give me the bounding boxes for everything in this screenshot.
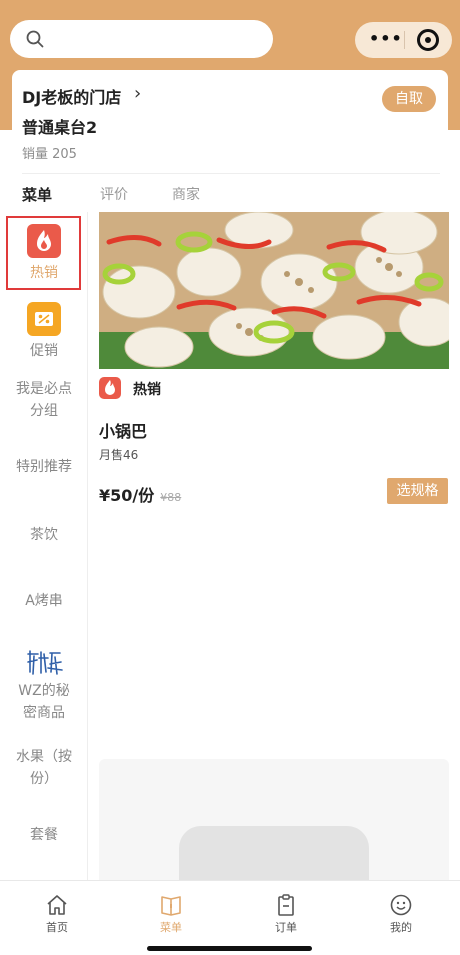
store-name[interactable]: DJ老板的门店 bbox=[22, 84, 121, 108]
store-card: DJ老板的门店 › 自取 普通桌台2 销量 205 bbox=[12, 70, 448, 175]
fire-icon bbox=[27, 224, 61, 258]
sidebar-item-label: 我是必点分组 bbox=[16, 381, 72, 419]
calligraphy-logo bbox=[27, 650, 63, 675]
tab-merchant[interactable]: 商家 bbox=[172, 184, 200, 204]
sidebar-item-promo[interactable]: 促销 bbox=[0, 302, 88, 362]
sidebar-item-fruit[interactable]: 水果（按份） bbox=[0, 746, 88, 790]
chevron-right-icon[interactable]: › bbox=[134, 83, 141, 104]
capsule-divider bbox=[404, 31, 405, 49]
nav-orders[interactable]: 订单 bbox=[256, 893, 316, 935]
table-name: 普通桌台2 bbox=[22, 118, 98, 137]
nav-profile[interactable]: 我的 bbox=[371, 893, 431, 935]
discount-icon bbox=[27, 302, 61, 336]
nav-label: 首页 bbox=[46, 921, 68, 934]
category-sidebar: 热销 促销 我是必点分组 特别推荐 茶饮 A烤串 WZ的秘密商品 水果（按份） … bbox=[0, 212, 88, 880]
product-price: ¥50/份 ¥88 bbox=[99, 482, 181, 506]
store-sales: 销量 205 bbox=[22, 147, 77, 162]
sidebar-item-label: WZ的秘密商品 bbox=[18, 683, 70, 721]
tab-bar: 菜单 评价 商家 bbox=[0, 180, 460, 210]
sidebar-item-label: 促销 bbox=[30, 343, 58, 359]
sidebar-item-tea[interactable]: 茶饮 bbox=[0, 524, 88, 546]
more-menu-icon[interactable]: ••• bbox=[369, 29, 403, 48]
tab-reviews[interactable]: 评价 bbox=[100, 184, 128, 204]
section-title: 热销 bbox=[133, 382, 161, 398]
nav-menu[interactable]: 菜单 bbox=[141, 893, 201, 935]
sidebar-item-skewers[interactable]: A烤串 bbox=[0, 590, 88, 612]
nav-label: 我的 bbox=[390, 921, 412, 934]
sidebar-item-label: A烤串 bbox=[25, 593, 63, 609]
bottom-nav: 首页 菜单 订单 我的 bbox=[0, 880, 460, 955]
mini-program-capsule: ••• bbox=[355, 22, 452, 58]
nav-label: 订单 bbox=[275, 921, 297, 934]
home-icon bbox=[47, 895, 67, 915]
search-icon bbox=[26, 30, 44, 48]
sidebar-item-label: 水果（按份） bbox=[16, 749, 72, 787]
original-price: ¥88 bbox=[160, 491, 182, 504]
search-input[interactable] bbox=[10, 20, 273, 58]
sidebar-item-label: 茶饮 bbox=[30, 527, 58, 543]
sidebar-item-must-order[interactable]: 我是必点分组 bbox=[0, 378, 88, 422]
price-value: ¥50 bbox=[99, 486, 133, 505]
sidebar-item-special[interactable]: 特别推荐 bbox=[0, 456, 88, 478]
product-name[interactable]: 小锅巴 bbox=[99, 418, 147, 442]
smiley-icon bbox=[390, 894, 412, 916]
select-spec-button[interactable]: 选规格 bbox=[387, 478, 448, 504]
tab-menu[interactable]: 菜单 bbox=[22, 184, 52, 205]
nav-label: 菜单 bbox=[160, 921, 182, 934]
menu-book-icon bbox=[161, 896, 181, 916]
sidebar-item-hot[interactable]: 热销 bbox=[0, 224, 88, 284]
nav-home[interactable]: 首页 bbox=[27, 893, 87, 935]
sidebar-item-label: 热销 bbox=[30, 265, 58, 281]
product-image-placeholder bbox=[99, 759, 449, 899]
sidebar-item-wz-secret[interactable]: WZ的秘密商品 bbox=[0, 648, 88, 724]
close-target-icon[interactable] bbox=[417, 29, 439, 51]
divider bbox=[22, 173, 440, 174]
order-clipboard-icon bbox=[278, 894, 294, 916]
sidebar-item-label: 特别推荐 bbox=[16, 459, 72, 475]
monthly-sales: 月售46 bbox=[99, 448, 139, 462]
price-unit: /份 bbox=[132, 486, 155, 505]
home-indicator[interactable] bbox=[147, 946, 312, 951]
pickup-button[interactable]: 自取 bbox=[382, 86, 436, 112]
fire-icon bbox=[99, 377, 121, 399]
sidebar-item-label: 套餐 bbox=[30, 827, 58, 843]
sidebar-item-combo[interactable]: 套餐 bbox=[0, 824, 88, 846]
product-image[interactable] bbox=[99, 212, 449, 369]
